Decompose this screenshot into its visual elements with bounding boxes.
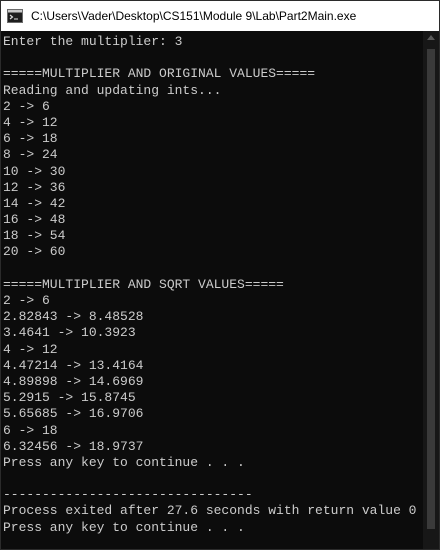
console-line: 14 -> 42 bbox=[3, 195, 66, 211]
scroll-up-arrow-icon[interactable] bbox=[427, 35, 435, 40]
window-title: C:\Users\Vader\Desktop\CS151\Module 9\La… bbox=[31, 9, 357, 23]
console-line: 6 -> 18 bbox=[3, 422, 58, 438]
console-line: 18 -> 54 bbox=[3, 228, 66, 244]
console-line: Press any key to continue . . . bbox=[3, 454, 245, 470]
console-line: =====MULTIPLIER AND ORIGINAL VALUES===== bbox=[3, 66, 316, 82]
console-line: 2.82843 -> 8.48528 bbox=[3, 309, 144, 325]
console-line: 4 -> 12 bbox=[3, 341, 58, 357]
console-line: Reading and updating ints... bbox=[3, 82, 222, 98]
console-line: Enter the multiplier: 3 bbox=[3, 34, 183, 49]
console-window: C:\Users\Vader\Desktop\CS151\Module 9\La… bbox=[0, 0, 440, 550]
console-line: 5.65685 -> 16.9706 bbox=[3, 406, 144, 422]
console-line: 4 -> 12 bbox=[3, 114, 58, 130]
console-line: -------------------------------- bbox=[3, 487, 253, 503]
console-line: 5.2915 -> 15.8745 bbox=[3, 390, 136, 406]
console-line: 4.47214 -> 13.4164 bbox=[3, 357, 144, 373]
console-line: 8 -> 24 bbox=[3, 147, 58, 163]
console-line: 12 -> 36 bbox=[3, 179, 66, 195]
console-app-icon bbox=[7, 9, 23, 23]
title-bar[interactable]: C:\Users\Vader\Desktop\CS151\Module 9\La… bbox=[1, 1, 439, 31]
vertical-scrollbar[interactable] bbox=[423, 31, 439, 549]
scroll-thumb[interactable] bbox=[427, 49, 435, 529]
console-line: 6 -> 18 bbox=[3, 131, 58, 147]
console-line: Press any key to continue . . . bbox=[3, 519, 245, 535]
console-line: 2 -> 6 bbox=[3, 293, 50, 308]
console-line: 10 -> 30 bbox=[3, 163, 66, 179]
console-line: 20 -> 60 bbox=[3, 244, 66, 260]
console-line: Process exited after 27.6 seconds with r… bbox=[3, 503, 417, 519]
console-line: =====MULTIPLIER AND SQRT VALUES===== bbox=[3, 276, 284, 292]
console-line: 16 -> 48 bbox=[3, 212, 66, 228]
console-line: 6.32456 -> 18.9737 bbox=[3, 438, 144, 454]
console-line: 4.89898 -> 14.6969 bbox=[3, 373, 144, 389]
console-line: 2 -> 6 bbox=[3, 98, 50, 114]
console-output[interactable]: Enter the multiplier: 3 =====MULTIPLIER A… bbox=[1, 31, 423, 549]
console-line: 3.4641 -> 10.3923 bbox=[3, 325, 136, 341]
